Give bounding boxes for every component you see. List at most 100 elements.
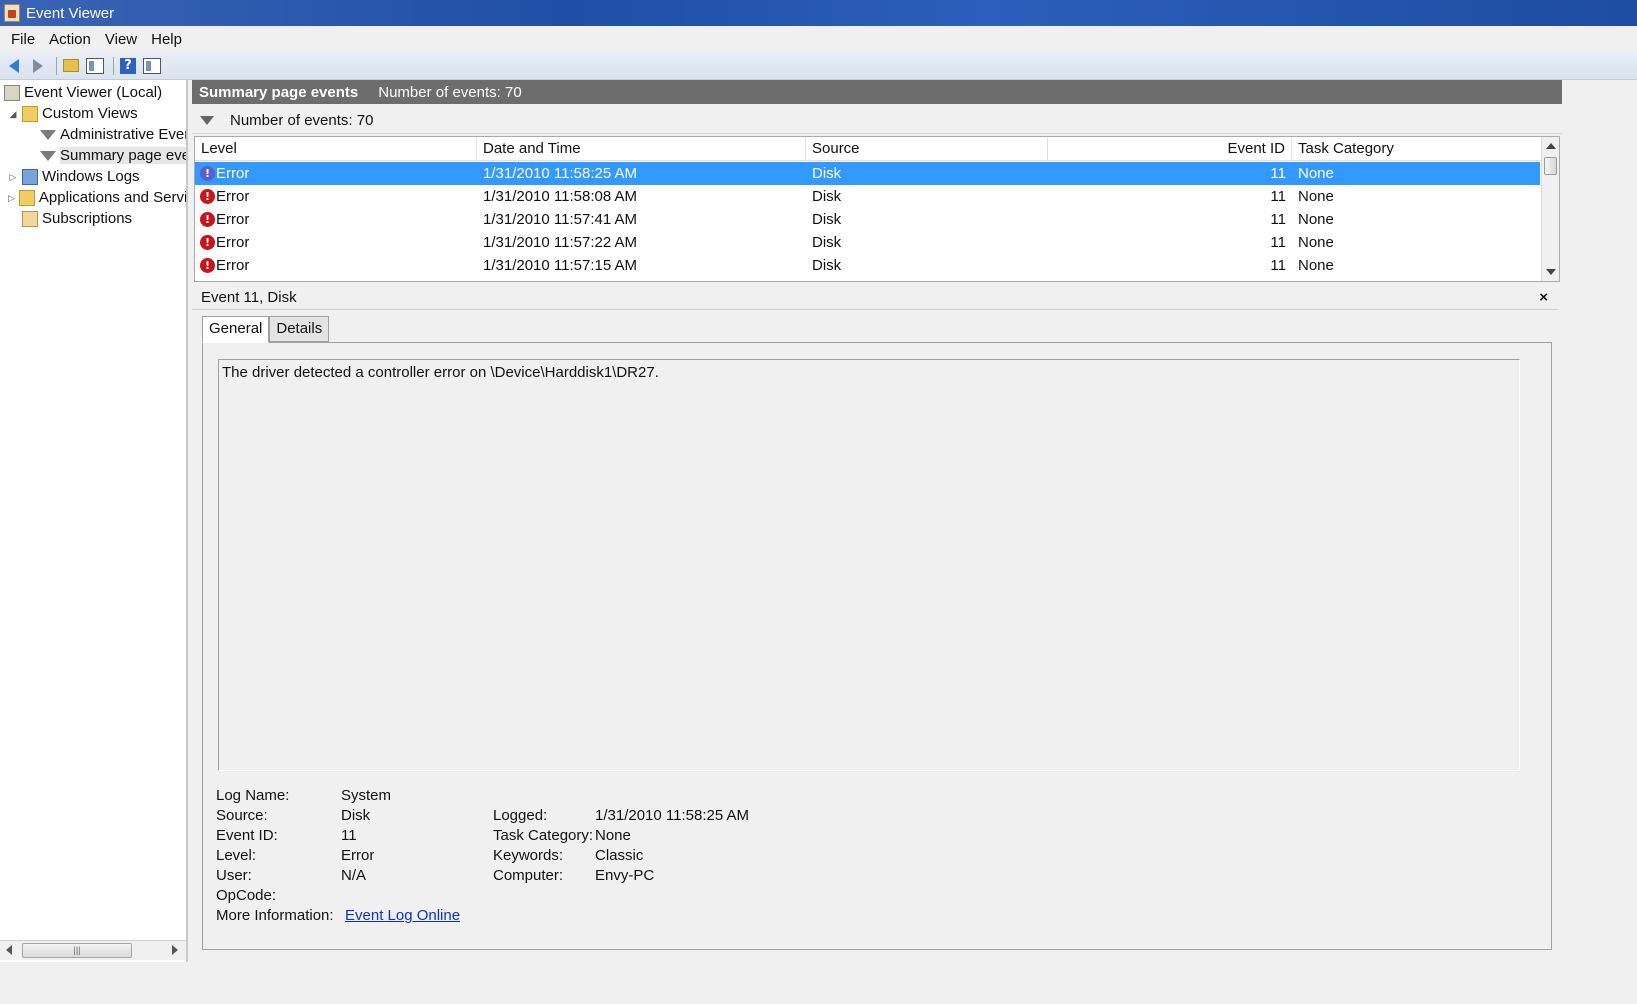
tree-item-event-viewer-local[interactable]: Event Viewer (Local) bbox=[4, 82, 162, 103]
scroll-down-icon[interactable] bbox=[1546, 269, 1556, 275]
subscriptions-icon bbox=[22, 210, 38, 227]
cell-task-category: None bbox=[1298, 234, 1334, 251]
cell-event-id: 11 bbox=[1270, 165, 1286, 182]
cell-event-id: 11 bbox=[1270, 234, 1286, 251]
scroll-right-icon[interactable] bbox=[172, 945, 178, 955]
cell-date-time: 1/31/2010 11:58:25 AM bbox=[483, 165, 638, 182]
scroll-up-icon[interactable] bbox=[1546, 143, 1556, 149]
tab-general[interactable]: General bbox=[202, 316, 270, 343]
cell-date-time: 1/31/2010 11:57:22 AM bbox=[483, 234, 638, 251]
forward-button[interactable] bbox=[28, 56, 48, 76]
tree-item-summary-page-events[interactable]: Summary page ever bbox=[40, 145, 186, 166]
cell-event-id: 11 bbox=[1270, 211, 1286, 228]
label-source: Source: bbox=[216, 807, 268, 824]
tree-item-label: Event Viewer (Local) bbox=[24, 84, 163, 101]
column-header-task-category[interactable]: Task Category bbox=[1292, 137, 1543, 161]
event-viewer-app-icon bbox=[4, 4, 20, 22]
toolbar: ? bbox=[0, 52, 1637, 80]
tree-item-custom-views[interactable]: ◢ Custom Views bbox=[8, 103, 138, 124]
help-button[interactable]: ? bbox=[118, 56, 138, 76]
scroll-left-icon[interactable] bbox=[6, 945, 12, 955]
menu-view[interactable]: View bbox=[98, 31, 144, 48]
tree-item-applications-and-services[interactable]: ▷ Applications and Servic bbox=[8, 187, 186, 208]
label-log-name: Log Name: bbox=[216, 787, 290, 804]
events-vertical-scrollbar[interactable] bbox=[1541, 137, 1559, 281]
show-hide-action-pane-button[interactable] bbox=[142, 56, 162, 76]
value-computer: Envy-PC bbox=[595, 867, 655, 884]
tree-item-label: Summary page ever bbox=[60, 147, 186, 164]
scrollbar-thumb[interactable] bbox=[1544, 157, 1557, 175]
cell-source: Disk bbox=[812, 211, 842, 228]
value-keywords: Classic bbox=[595, 847, 644, 864]
tree-item-administrative-events[interactable]: Administrative Even bbox=[40, 124, 186, 145]
value-log-name: System bbox=[341, 787, 392, 804]
expand-arrow-icon[interactable]: ▷ bbox=[8, 193, 15, 203]
cell-source: Disk bbox=[812, 257, 842, 274]
label-logged: Logged: bbox=[493, 807, 548, 824]
table-row[interactable]: ! Error 1/31/2010 11:58:08 AM Disk 11 No… bbox=[195, 185, 1540, 208]
tree-item-subscriptions[interactable]: Subscriptions bbox=[22, 208, 132, 229]
cell-task-category: None bbox=[1298, 165, 1334, 182]
column-header-source[interactable]: Source bbox=[806, 137, 1048, 161]
title-bar: Event Viewer bbox=[0, 0, 1637, 26]
value-logged: 1/31/2010 11:58:25 AM bbox=[595, 807, 750, 824]
menu-action[interactable]: Action bbox=[42, 31, 98, 48]
table-row[interactable]: ! Error 1/31/2010 11:57:22 AM Disk 11 No… bbox=[195, 231, 1540, 254]
cell-source: Disk bbox=[812, 234, 842, 251]
cell-date-time: 1/31/2010 11:57:15 AM bbox=[483, 257, 638, 274]
collapse-arrow-icon[interactable]: ◢ bbox=[8, 109, 18, 119]
value-level: Error bbox=[341, 847, 375, 864]
filter-icon bbox=[40, 129, 56, 140]
label-event-id: Event ID: bbox=[216, 827, 278, 844]
event-description-box[interactable]: The driver detected a controller error o… bbox=[218, 359, 1520, 771]
main-pane: Summary page events Number of events: 70… bbox=[192, 80, 1562, 962]
detail-tabs: General Details bbox=[202, 316, 330, 343]
tree-item-label: Windows Logs bbox=[42, 168, 140, 185]
filter-icon bbox=[200, 116, 214, 125]
event-log-online-link[interactable]: Event Log Online bbox=[345, 907, 460, 924]
tree-item-label: Applications and Servic bbox=[38, 189, 186, 206]
menu-help[interactable]: Help bbox=[144, 31, 189, 48]
close-icon[interactable]: × bbox=[1539, 289, 1548, 306]
tree-horizontal-scrollbar[interactable]: ||| bbox=[0, 940, 186, 960]
column-header-date-time[interactable]: Date and Time bbox=[477, 137, 806, 161]
error-icon: ! bbox=[200, 189, 215, 204]
table-row[interactable]: ! Error 1/31/2010 11:58:25 AM Disk 11 No… bbox=[195, 162, 1540, 185]
label-keywords: Keywords: bbox=[493, 847, 564, 864]
event-properties: Log Name: System Source: Disk Logged: 1/… bbox=[216, 787, 1116, 937]
label-level: Level: bbox=[216, 847, 257, 864]
forward-icon bbox=[33, 58, 43, 73]
general-tab-panel: The driver detected a controller error o… bbox=[202, 342, 1552, 950]
tab-details[interactable]: Details bbox=[269, 316, 330, 342]
show-hide-tree-button[interactable] bbox=[85, 56, 105, 76]
tree-item-label: Custom Views bbox=[42, 105, 138, 122]
toolbar-separator bbox=[56, 56, 57, 75]
table-row[interactable]: ! Error 1/31/2010 11:57:41 AM Disk 11 No… bbox=[195, 208, 1540, 231]
filter-event-count: Number of events: 70 bbox=[230, 112, 374, 129]
toolbar-separator bbox=[113, 56, 114, 75]
computer-icon bbox=[4, 84, 20, 101]
event-detail-title: Event 11, Disk bbox=[201, 289, 297, 306]
folder-icon bbox=[18, 189, 35, 206]
value-source: Disk bbox=[341, 807, 371, 824]
error-icon: ! bbox=[200, 258, 215, 273]
tree-item-windows-logs[interactable]: ▷ Windows Logs bbox=[8, 166, 140, 187]
label-user: User: bbox=[216, 867, 252, 884]
column-header-level[interactable]: Level bbox=[195, 137, 477, 161]
cell-date-time: 1/31/2010 11:58:08 AM bbox=[483, 188, 638, 205]
table-row[interactable]: ! Error 1/31/2010 11:57:15 AM Disk 11 No… bbox=[195, 254, 1540, 277]
value-event-id: 11 bbox=[341, 827, 357, 844]
filter-bar: Number of events: 70 bbox=[192, 108, 1562, 134]
cell-task-category: None bbox=[1298, 211, 1334, 228]
up-folder-button[interactable] bbox=[61, 56, 81, 76]
label-opcode: OpCode: bbox=[216, 887, 277, 904]
error-icon: ! bbox=[200, 166, 215, 181]
expand-arrow-icon[interactable]: ▷ bbox=[8, 172, 18, 182]
filter-icon bbox=[40, 150, 56, 161]
column-header-event-id[interactable]: Event ID bbox=[1048, 137, 1292, 161]
menu-file[interactable]: File bbox=[4, 31, 42, 48]
scrollbar-thumb[interactable]: ||| bbox=[22, 943, 132, 958]
value-user: N/A bbox=[341, 867, 367, 884]
menu-bar: File Action View Help bbox=[0, 26, 1637, 52]
back-button[interactable] bbox=[4, 56, 24, 76]
